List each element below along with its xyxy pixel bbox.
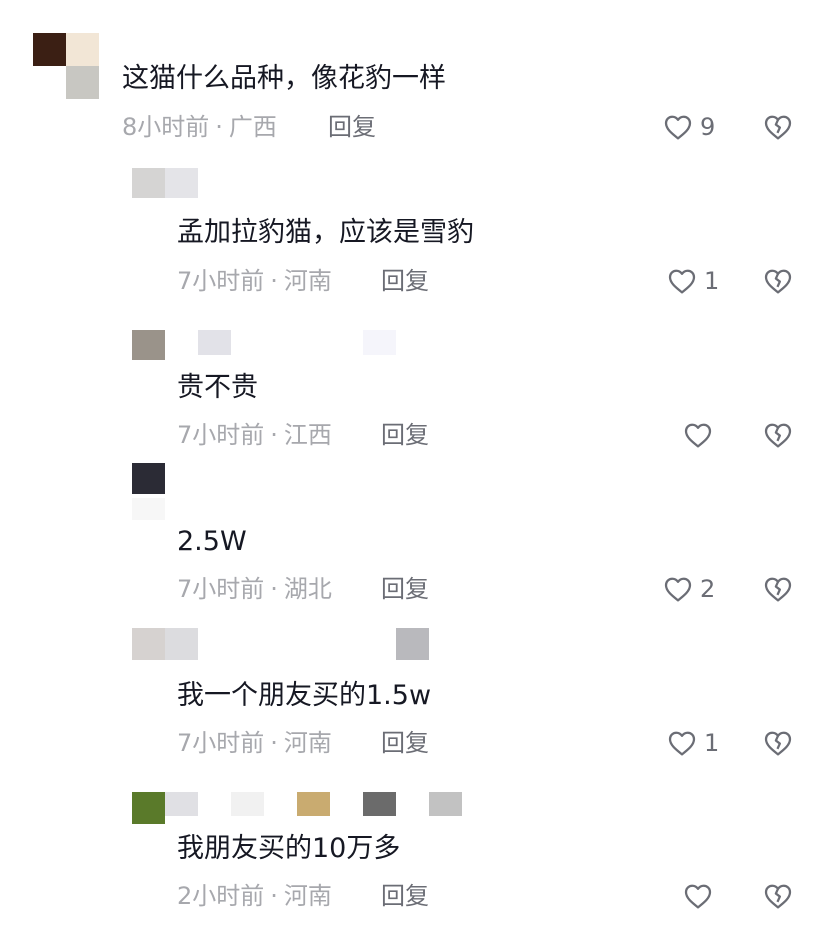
avatar[interactable]: [132, 792, 463, 824]
heart-outline-icon: [666, 265, 698, 297]
comment-time: 7小时前: [177, 421, 265, 449]
heart-outline-icon: [662, 111, 694, 143]
reply-button[interactable]: 回复: [381, 574, 429, 604]
reply-button[interactable]: 回复: [381, 728, 429, 758]
comment-meta: 2小时前 · 河南: [177, 881, 332, 911]
meta-separator: ·: [270, 267, 278, 295]
like-button[interactable]: [682, 419, 720, 451]
broken-heart-icon: [762, 880, 794, 912]
comment-text: 这猫什么品种，像花豹一样: [122, 63, 446, 94]
comment-text: 孟加拉豹猫，应该是雪豹: [177, 217, 474, 248]
comment-time: 2小时前: [177, 882, 265, 910]
avatar[interactable]: [132, 463, 165, 520]
comment-location: 河南: [283, 267, 332, 295]
heart-outline-icon: [682, 880, 714, 912]
comment-meta: 7小时前 · 江西: [177, 420, 332, 450]
meta-separator: ·: [270, 575, 278, 603]
reply-comment-item: 2.5W 7小时前 · 湖北 回复 2: [0, 459, 828, 613]
meta-separator: ·: [215, 113, 223, 141]
comment-text: 贵不贵: [177, 372, 258, 403]
comment-meta: 7小时前 · 河南: [177, 728, 332, 758]
comment-meta: 7小时前 · 湖北: [177, 574, 332, 604]
like-button[interactable]: 2: [662, 573, 715, 605]
comment-location: 河南: [283, 729, 332, 757]
meta-separator: ·: [270, 882, 278, 910]
reply-comment-item: 贵不贵 7小时前 · 江西 回复: [0, 305, 828, 459]
dislike-button[interactable]: [762, 111, 794, 143]
like-button[interactable]: 1: [666, 265, 719, 297]
like-button[interactable]: 9: [662, 111, 715, 143]
avatar[interactable]: [33, 33, 99, 99]
heart-outline-icon: [682, 419, 714, 451]
comment-time: 8小时前: [122, 113, 210, 141]
reply-button[interactable]: 回复: [328, 112, 376, 142]
broken-heart-icon: [762, 727, 794, 759]
dislike-button[interactable]: [762, 880, 794, 912]
reply-comment-item: 孟加拉豹猫，应该是雪豹 7小时前 · 河南 回复 1: [0, 150, 828, 305]
broken-heart-icon: [762, 573, 794, 605]
broken-heart-icon: [762, 265, 794, 297]
comment-meta: 7小时前 · 河南: [177, 266, 332, 296]
like-count: 1: [704, 729, 720, 757]
like-button[interactable]: [682, 880, 720, 912]
comment-text: 2.5W: [177, 526, 247, 557]
broken-heart-icon: [762, 419, 794, 451]
comment-time: 7小时前: [177, 575, 265, 603]
comment-meta: 8小时前 · 广西: [122, 112, 277, 142]
dislike-button[interactable]: [762, 727, 794, 759]
reply-comment-item: 我一个朋友买的1.5w 7小时前 · 河南 回复 1: [0, 613, 828, 767]
reply-button[interactable]: 回复: [381, 881, 429, 911]
avatar[interactable]: [132, 628, 432, 660]
comment-time: 7小时前: [177, 729, 265, 757]
like-button[interactable]: 1: [666, 727, 719, 759]
comment-location: 河南: [283, 882, 332, 910]
comment-time: 7小时前: [177, 267, 265, 295]
reply-comment-item: 我朋友买的10万多 2小时前 · 河南 回复: [0, 767, 828, 934]
meta-separator: ·: [270, 729, 278, 757]
avatar[interactable]: [132, 168, 198, 198]
like-count: 9: [700, 113, 716, 141]
comment-location: 江西: [283, 421, 332, 449]
reply-button[interactable]: 回复: [381, 420, 429, 450]
comment-location: 广西: [228, 113, 277, 141]
comment-text: 我朋友买的10万多: [177, 833, 401, 864]
reply-button[interactable]: 回复: [381, 266, 429, 296]
dislike-button[interactable]: [762, 573, 794, 605]
like-count: 2: [700, 575, 716, 603]
comment-item: 这猫什么品种，像花豹一样 8小时前 · 广西 回复 9: [0, 0, 828, 150]
comment-location: 湖北: [283, 575, 332, 603]
heart-outline-icon: [662, 573, 694, 605]
meta-separator: ·: [270, 421, 278, 449]
heart-outline-icon: [666, 727, 698, 759]
broken-heart-icon: [762, 111, 794, 143]
dislike-button[interactable]: [762, 419, 794, 451]
like-count: 1: [704, 267, 720, 295]
comment-text: 我一个朋友买的1.5w: [177, 680, 432, 711]
dislike-button[interactable]: [762, 265, 794, 297]
avatar[interactable]: [132, 330, 397, 360]
